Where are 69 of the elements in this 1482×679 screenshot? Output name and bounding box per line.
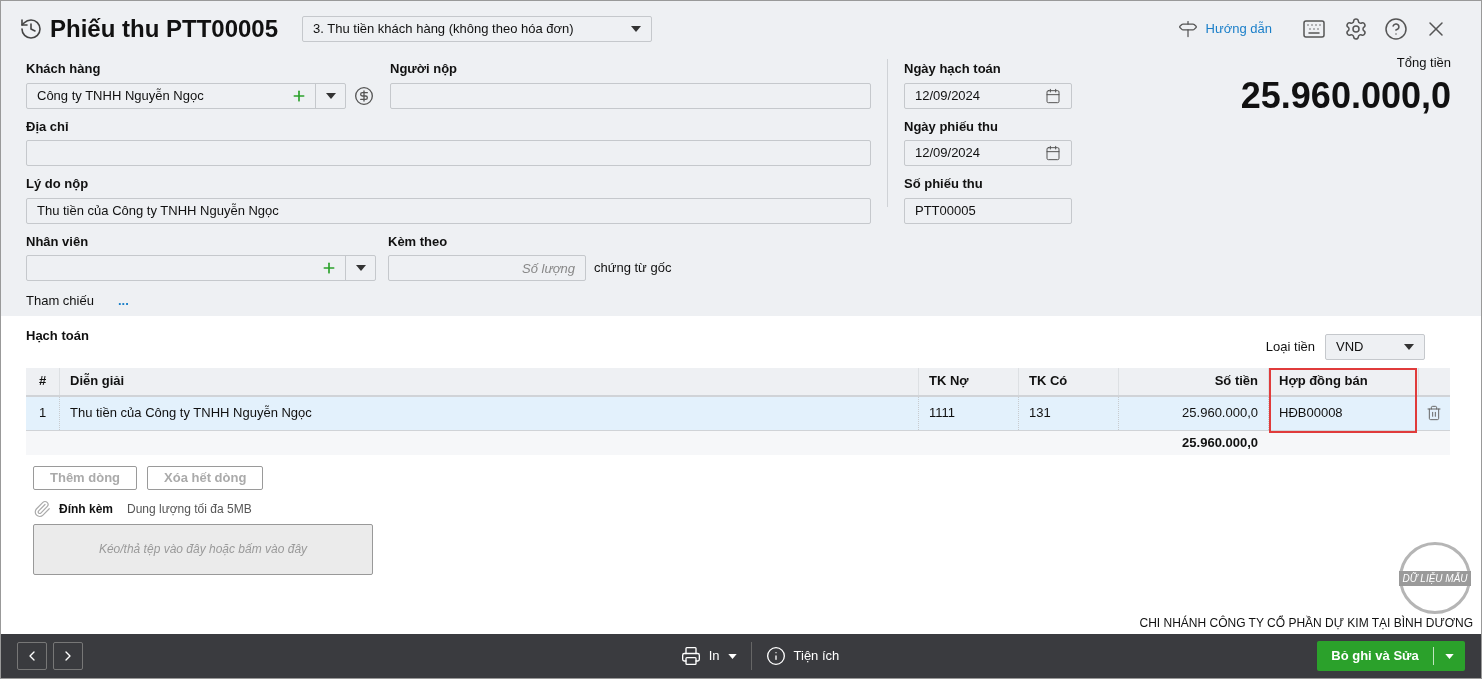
table-cell-text: Thu tiền của Công ty TNHH Nguyễn Ngọc	[70, 404, 312, 423]
reference-label: Tham chiếu	[26, 292, 94, 310]
table-cell-text: 1	[38, 404, 47, 423]
sample-data-stamp: DỮ LIỆU MẪU	[1399, 542, 1471, 614]
attachment-label: Đính kèm	[59, 500, 113, 518]
caret-icon	[727, 653, 737, 659]
column-header: TK Nợ	[929, 372, 969, 391]
voucher-type-dropdown[interactable]: 3. Thu tiền khách hàng (không theo hóa đơn)	[302, 16, 653, 42]
address-field[interactable]	[26, 140, 871, 166]
original-documents-label: chứng từ gốc	[594, 259, 672, 278]
field-label: Khách hàng	[26, 60, 101, 78]
field-label: Kèm theo	[388, 232, 448, 251]
field-label: Ngày phiếu thu	[904, 117, 998, 136]
caret-icon[interactable]	[1404, 343, 1414, 350]
date-field[interactable]: 12/09/2024	[904, 82, 1072, 109]
utilities-button[interactable]: Tiện ích	[765, 646, 840, 666]
quantity-field[interactable]: Số lượng	[388, 255, 586, 281]
table-row[interactable]: 1 Thu tiền của Công ty TNHH Nguyễn Ngọc 1111 131 25.960.000,0 HĐB00008	[26, 396, 1450, 431]
printer-icon	[680, 646, 701, 666]
info-icon	[765, 646, 786, 666]
caret-icon	[1445, 653, 1454, 659]
section-title: Hạch toán	[26, 327, 89, 345]
table-cell-text: 25.960.000,0	[1182, 404, 1258, 423]
calendar-icon[interactable]	[1045, 87, 1061, 104]
dollar-icon[interactable]	[354, 85, 374, 106]
reference-link[interactable]: ...	[117, 291, 129, 311]
guide-link[interactable]: Hướng dẫn	[1205, 19, 1272, 39]
total-sum: 25.960.000,0	[1182, 433, 1258, 452]
currency-label: Loại tiền	[1265, 337, 1315, 356]
field-label: Người nộp	[390, 60, 458, 78]
help-icon[interactable]	[1384, 17, 1408, 41]
settings-icon[interactable]	[1344, 17, 1368, 41]
attachment-hint: Dung lượng tối đa 5MB	[127, 500, 252, 518]
caret-icon[interactable]	[355, 265, 366, 271]
payer-field[interactable]	[390, 82, 871, 109]
calendar-icon[interactable]	[1045, 145, 1061, 161]
guide-icon[interactable]	[1177, 19, 1198, 39]
paperclip-icon	[33, 499, 51, 518]
customer-combo[interactable]: Công ty TNHH Nguyễn Ngọc	[26, 82, 346, 109]
currency-dropdown[interactable]: VND	[1325, 333, 1425, 360]
table-cell-text: HĐB00008	[1279, 404, 1343, 423]
column-header: Số tiền	[1214, 372, 1258, 391]
field-label: Ngày hạch toán	[904, 60, 1001, 78]
field-label: Nhân viên	[26, 232, 89, 251]
receipt-number-field[interactable]: PTT00005	[904, 197, 1072, 224]
column-header: Hợp đồng bán	[1279, 372, 1368, 391]
delete-icon[interactable]	[1426, 405, 1442, 421]
table-cell-text: 1111	[929, 404, 956, 423]
caret-icon[interactable]	[325, 92, 336, 99]
date-field[interactable]: 12/09/2024	[904, 140, 1072, 166]
total-amount: 25.960.000,0	[1240, 73, 1451, 118]
reason-field[interactable]: Thu tiền của Công ty TNHH Nguyễn Ngọc	[26, 197, 871, 224]
field-label: Địa chỉ	[26, 117, 69, 136]
window-title: Phiếu thu PTT00005	[50, 14, 279, 44]
table-cell-text: 131	[1029, 404, 1051, 423]
field-label: Số phiếu thu	[904, 175, 983, 193]
caret-icon[interactable]	[631, 26, 642, 32]
keyboard-icon[interactable]	[1302, 17, 1326, 41]
field-label: Lý do nộp	[26, 175, 89, 193]
column-header: Diễn giải	[70, 372, 125, 391]
next-button[interactable]	[53, 642, 83, 670]
column-header: TK Có	[1029, 372, 1068, 391]
history-icon[interactable]	[19, 17, 43, 41]
previous-button[interactable]	[17, 642, 47, 670]
total-label: Tổng tiền	[1396, 54, 1451, 72]
print-button[interactable]: In	[680, 646, 737, 666]
column-header: #	[38, 372, 47, 391]
add-icon[interactable]	[321, 260, 337, 276]
company-name: CHI NHÁNH CÔNG TY CỔ PHẦN DỰ KIM TẠI BÌNH DƯƠNG	[1139, 614, 1473, 632]
